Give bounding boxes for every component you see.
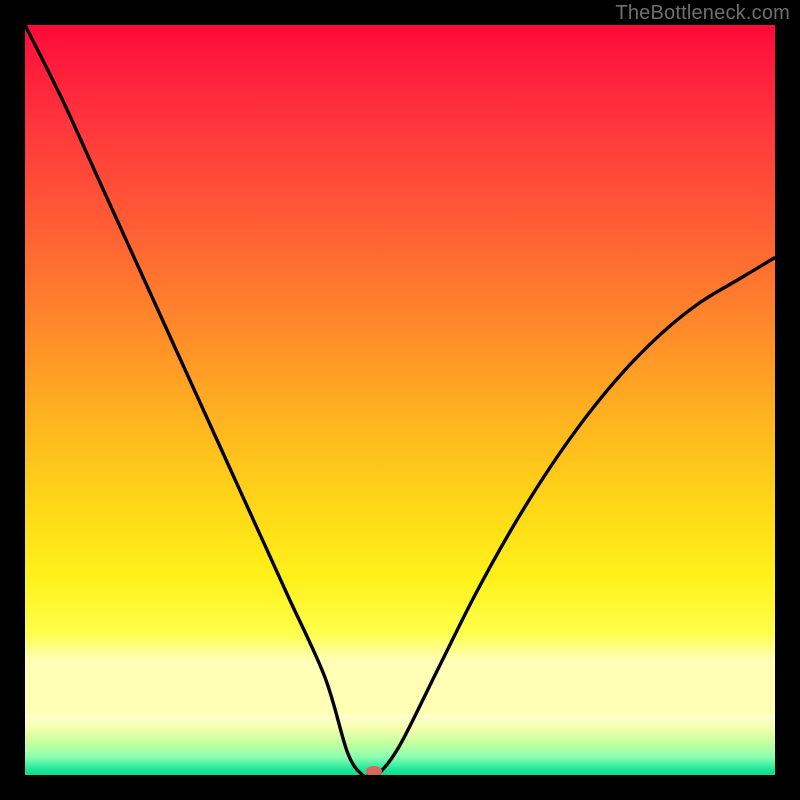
optimum-marker — [366, 766, 383, 775]
watermark-text: TheBottleneck.com — [615, 2, 790, 25]
bottleneck-curve — [25, 25, 775, 775]
curve-path — [25, 25, 775, 775]
plot-area — [25, 25, 775, 775]
chart-container: TheBottleneck.com — [0, 0, 800, 800]
